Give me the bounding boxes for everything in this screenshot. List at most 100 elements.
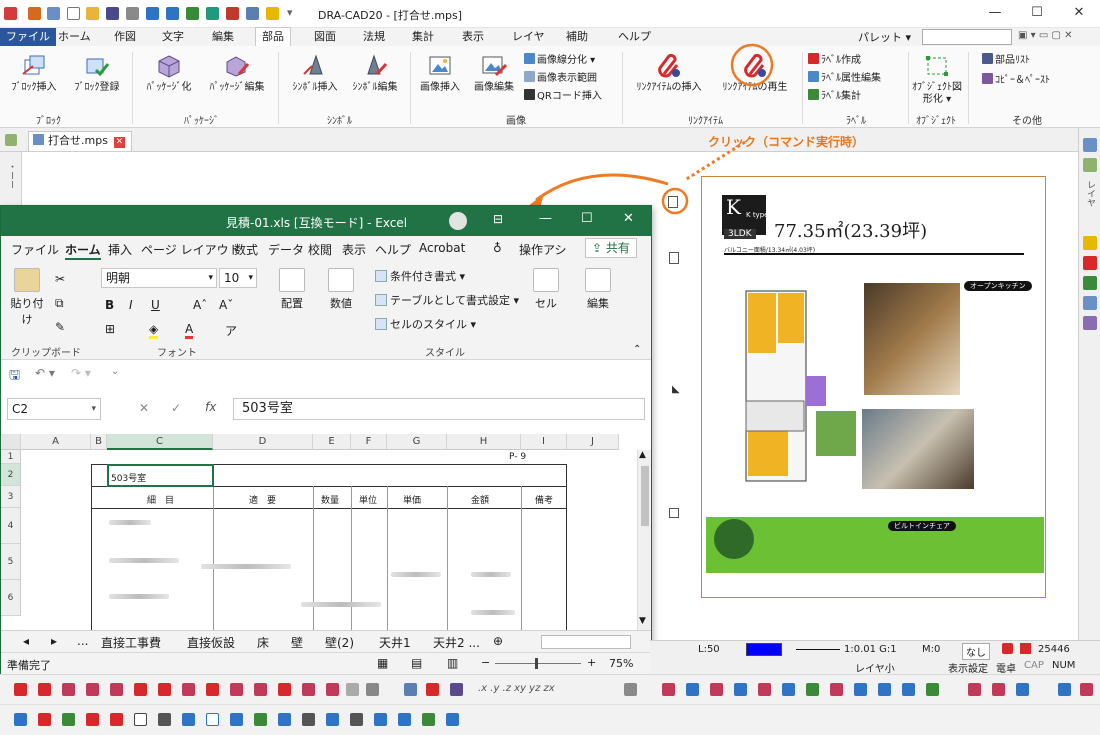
minimize-icon[interactable]: — bbox=[984, 5, 1006, 23]
tool-icon-14[interactable] bbox=[326, 713, 339, 726]
snap-icon-8[interactable] bbox=[182, 683, 195, 696]
close-icon[interactable]: ✕ bbox=[1068, 5, 1090, 23]
excel-tab-page-layout[interactable]: ページ レイアウト bbox=[141, 241, 241, 258]
sheet-tab[interactable]: 壁 bbox=[291, 634, 303, 651]
close-tab-icon[interactable]: ✕ bbox=[113, 137, 125, 148]
draw-icon-8[interactable] bbox=[830, 683, 843, 696]
coordinate-tools[interactable]: .x .y .z xy yz zx bbox=[478, 683, 555, 694]
conditional-format-button[interactable]: 条件付き書式 ▾ bbox=[375, 268, 465, 284]
snap-icon-14[interactable] bbox=[326, 683, 339, 696]
status-calendar-icon[interactable] bbox=[1020, 643, 1031, 654]
link-item-insert-button[interactable]: ﾘﾝｸｱｲﾃﾑの挿入 bbox=[626, 54, 712, 94]
account-avatar[interactable] bbox=[449, 212, 467, 230]
sheet-tab[interactable]: 天井1 bbox=[379, 634, 411, 651]
qat-save-icon[interactable] bbox=[106, 7, 119, 20]
column-header[interactable]: D bbox=[213, 434, 313, 450]
qat-menu-icon[interactable]: ⌄ bbox=[111, 366, 119, 377]
excel-save-icon[interactable]: 🖫 bbox=[9, 366, 20, 388]
qat-record-icon[interactable] bbox=[226, 7, 239, 20]
phonetic-icon[interactable]: ア bbox=[225, 322, 237, 339]
panel-icon[interactable] bbox=[5, 134, 17, 146]
tool-icon-15[interactable] bbox=[350, 713, 363, 726]
excel-redo-icon[interactable]: ↷ ▾ bbox=[71, 366, 91, 380]
palette-dropdown[interactable]: パレット ▾ bbox=[858, 29, 911, 45]
qat-customize-icon[interactable]: ▾ bbox=[287, 6, 293, 19]
snap-icon-6[interactable] bbox=[134, 683, 147, 696]
draw-icon-16[interactable] bbox=[1058, 683, 1071, 696]
sheet-tab[interactable]: ... bbox=[77, 634, 88, 648]
snap-icon-15[interactable] bbox=[346, 683, 359, 696]
qat-new-icon[interactable] bbox=[28, 7, 41, 20]
snap-icon-10[interactable] bbox=[230, 683, 243, 696]
snap-icon-4[interactable] bbox=[86, 683, 99, 696]
confirm-entry-icon[interactable]: ✓ bbox=[171, 401, 181, 415]
scroll-down-icon[interactable]: ▼ bbox=[639, 616, 646, 626]
tool-icon-5[interactable] bbox=[110, 713, 123, 726]
draw-icon-9[interactable] bbox=[854, 683, 867, 696]
qat-refresh-icon[interactable] bbox=[206, 7, 219, 20]
snap-icon-17[interactable] bbox=[404, 683, 417, 696]
copy-icon[interactable]: ⧉ bbox=[55, 296, 64, 311]
select-all-corner[interactable] bbox=[1, 434, 21, 450]
snap-icon-13[interactable] bbox=[302, 683, 315, 696]
snap-icon-2[interactable] bbox=[38, 683, 51, 696]
excel-tab-review[interactable]: 校閲 bbox=[308, 241, 332, 258]
page-break-view-icon[interactable]: ▥ bbox=[447, 656, 458, 670]
grow-font-button[interactable]: Aˆ bbox=[193, 298, 207, 312]
row-header[interactable]: 2 bbox=[1, 464, 21, 486]
draw-icon-6[interactable] bbox=[782, 683, 795, 696]
tool-icon-7[interactable] bbox=[158, 713, 171, 726]
layer-rail-label[interactable]: レイヤ bbox=[1084, 180, 1097, 207]
draw-icon-15[interactable] bbox=[1016, 683, 1029, 696]
excel-tab-home[interactable]: ホーム bbox=[65, 241, 101, 260]
column-header[interactable]: J bbox=[567, 434, 619, 450]
shrink-font-button[interactable]: Aˇ bbox=[219, 298, 233, 312]
column-header[interactable]: G bbox=[387, 434, 447, 450]
qat-undo-icon[interactable] bbox=[146, 7, 159, 20]
right-panel-icon-5[interactable] bbox=[1083, 276, 1097, 290]
status-pin-icon[interactable] bbox=[1002, 643, 1013, 654]
cut-icon[interactable]: ✂ bbox=[55, 272, 65, 286]
copy-paste-button[interactable]: ｺﾋﾟｰ＆ﾍﾟｰｽﾄ bbox=[982, 73, 1050, 88]
star-snap-icon[interactable] bbox=[426, 683, 439, 696]
right-panel-icon-7[interactable] bbox=[1083, 316, 1097, 330]
tab-edit[interactable]: 編集 bbox=[206, 28, 240, 46]
draw-icon-10[interactable] bbox=[878, 683, 891, 696]
name-box[interactable]: C2 ▾ bbox=[7, 398, 101, 420]
image-range-button[interactable]: 画像表示範囲 bbox=[524, 71, 597, 86]
zoom-slider-thumb[interactable] bbox=[535, 658, 538, 669]
tool-icon-1[interactable] bbox=[14, 713, 27, 726]
qat-tool-icon[interactable] bbox=[186, 7, 199, 20]
qat-open-icon[interactable] bbox=[86, 7, 99, 20]
label-sum-button[interactable]: ﾗﾍﾞﾙ集計 bbox=[808, 89, 861, 104]
draw-icon-4[interactable] bbox=[734, 683, 747, 696]
snap-icon-3[interactable] bbox=[62, 683, 75, 696]
none-select[interactable]: なし bbox=[962, 643, 990, 660]
tab-home[interactable]: ホーム bbox=[52, 28, 97, 46]
draw-icon-14[interactable] bbox=[992, 683, 1005, 696]
right-panel-icon-3[interactable] bbox=[1083, 236, 1097, 250]
tell-me-input[interactable]: 操作アシ bbox=[519, 241, 567, 258]
excel-undo-icon[interactable]: ↶ ▾ bbox=[35, 366, 55, 380]
font-size-select[interactable]: 10 ▾ bbox=[219, 268, 257, 288]
sheet-tab[interactable]: 天井2 ... bbox=[433, 634, 480, 651]
column-header[interactable]: H bbox=[447, 434, 521, 450]
parts-list-button[interactable]: 部品ﾘｽﾄ bbox=[982, 53, 1030, 68]
tab-text[interactable]: 文字 bbox=[156, 28, 190, 46]
sheet-tab[interactable]: 直接仮設 bbox=[187, 634, 235, 651]
excel-tab-view[interactable]: 表示 bbox=[342, 241, 366, 258]
excel-maximize-icon[interactable]: ☐ bbox=[581, 211, 593, 226]
tool-icon-12[interactable] bbox=[278, 713, 291, 726]
column-header[interactable]: B bbox=[91, 434, 107, 450]
excel-tab-file[interactable]: ファイル bbox=[11, 241, 59, 258]
excel-minimize-icon[interactable]: — bbox=[539, 211, 552, 226]
column-header[interactable]: I bbox=[521, 434, 567, 450]
page-layout-view-icon[interactable]: ▤ bbox=[411, 656, 422, 670]
snap-icon-9[interactable] bbox=[206, 683, 219, 696]
tab-parts[interactable]: 部品 bbox=[255, 27, 291, 47]
fill-color-icon[interactable]: ◈ bbox=[149, 322, 159, 339]
search-input[interactable] bbox=[922, 29, 1012, 45]
sheet-tab[interactable]: 壁(2) bbox=[325, 634, 354, 651]
tool-icon-16[interactable] bbox=[374, 713, 387, 726]
tab-assist[interactable]: 補助 bbox=[560, 28, 594, 46]
